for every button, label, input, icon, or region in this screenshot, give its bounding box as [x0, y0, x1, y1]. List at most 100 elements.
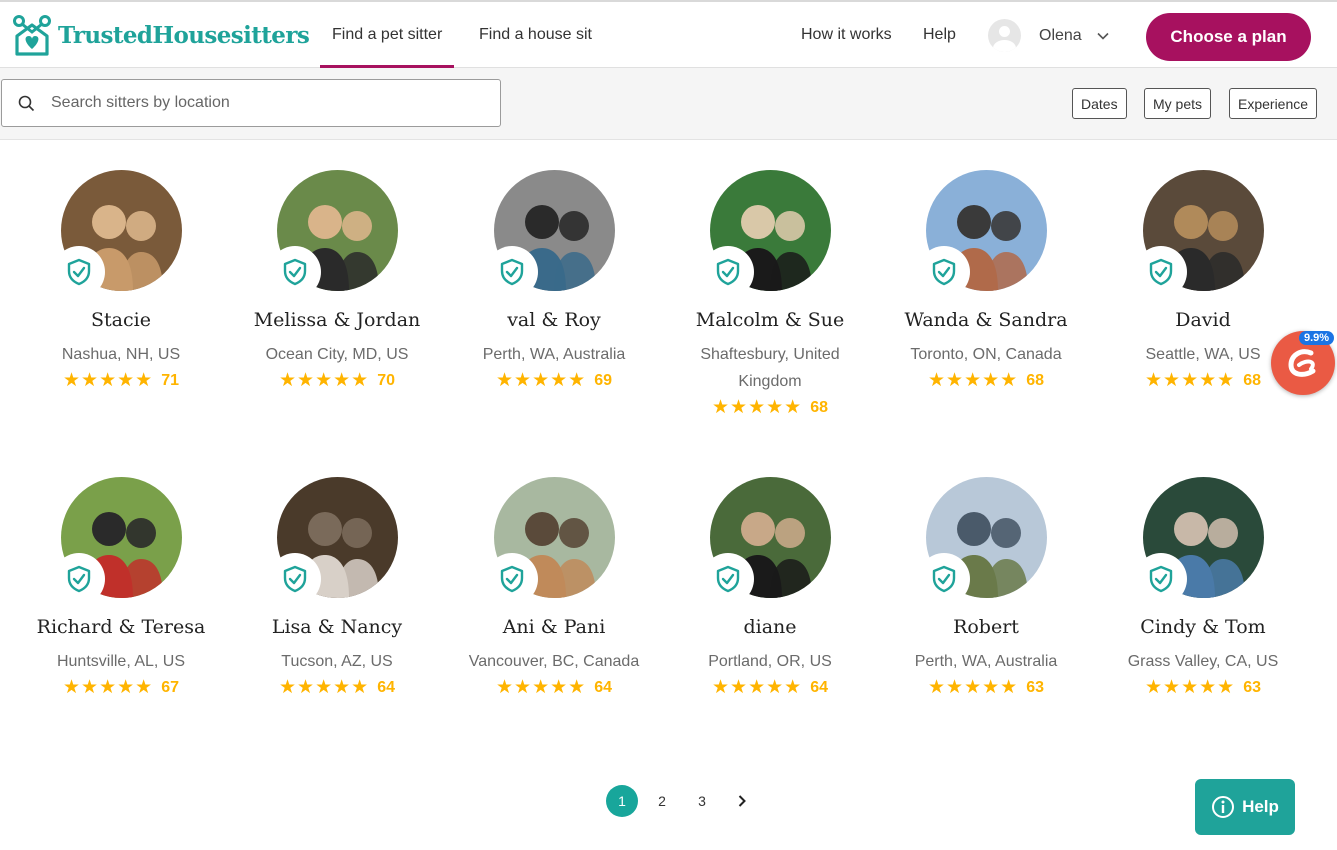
sitter-card[interactable]: Ani & Pani Vancouver, BC, Canada ★ ★ ★ ★ ★ 6… [459, 477, 649, 697]
sitter-card[interactable]: Stacie Nashua, NH, US ★ ★ ★ ★ ★ 71 [26, 170, 216, 390]
star-icon: ★ [333, 677, 351, 698]
review-count: 64 [377, 678, 396, 696]
brand-logo[interactable]: TrustedHousesitters [12, 14, 310, 56]
star-icon: ★ [568, 370, 586, 391]
star-icon: ★ [297, 677, 315, 698]
help-widget-button[interactable]: Help [1195, 779, 1295, 835]
verified-badge [268, 553, 321, 605]
user-avatar [988, 19, 1021, 52]
sitter-name: Cindy & Tom [1140, 616, 1266, 638]
review-count: 69 [594, 371, 613, 389]
star-icon: ★ [99, 677, 117, 698]
sitter-card[interactable]: Robert Perth, WA, Australia ★ ★ ★ ★ ★ 63 [891, 477, 1081, 697]
verified-badge [917, 553, 970, 605]
sitter-location: Portland, OR, US [708, 653, 832, 670]
next-page-button[interactable] [726, 785, 758, 817]
star-icon: ★ [982, 677, 1000, 698]
verified-badge [485, 246, 538, 298]
star-icon: ★ [1163, 370, 1181, 391]
page-2-button[interactable]: 2 [646, 785, 678, 817]
sitter-rating: ★ ★ ★ ★ ★ 64 [242, 678, 432, 697]
sitter-card[interactable]: Lisa & Nancy Tucson, AZ, US ★ ★ ★ ★ ★ 64 [242, 477, 432, 697]
review-count: 68 [1243, 371, 1262, 389]
chevron-right-icon [738, 795, 746, 807]
search-box[interactable] [1, 79, 501, 127]
sitter-rating: ★ ★ ★ ★ ★ 63 [891, 678, 1081, 697]
star-icon: ★ [964, 370, 982, 391]
star-icon: ★ [730, 397, 748, 418]
star-icon: ★ [99, 370, 117, 391]
page-3-button[interactable]: 3 [686, 785, 718, 817]
nav-find-pet-sitter[interactable]: Find a pet sitter [320, 2, 455, 68]
sitter-photo-wrap [701, 170, 831, 298]
sitter-card[interactable]: diane Portland, OR, US ★ ★ ★ ★ ★ 64 [675, 477, 865, 697]
verified-badge [701, 246, 754, 298]
sitter-name: David [1175, 309, 1231, 331]
verified-badge [268, 246, 321, 298]
search-input[interactable] [51, 94, 471, 112]
filter-my-pets-button[interactable]: My pets [1144, 88, 1212, 119]
review-count: 71 [161, 371, 180, 389]
sitter-card[interactable]: val & Roy Perth, WA, Australia ★ ★ ★ ★ ★ 69 [459, 170, 649, 390]
review-count: 68 [1026, 371, 1045, 389]
star-icon: ★ [117, 370, 135, 391]
sitter-photo-wrap [52, 170, 182, 298]
star-icon: ★ [514, 370, 532, 391]
verified-shield-icon [716, 258, 739, 286]
verified-shield-icon [716, 565, 739, 593]
star-icon: ★ [1199, 677, 1217, 698]
star-icon: ★ [927, 677, 946, 698]
sitter-name: Robert [953, 616, 1019, 638]
star-icon: ★ [315, 677, 333, 698]
nav-how-it-works[interactable]: How it works [789, 2, 904, 68]
star-icon: ★ [135, 677, 153, 698]
sitter-card[interactable]: Cindy & Tom Grass Valley, CA, US ★ ★ ★ ★ ★ 6… [1108, 477, 1298, 697]
sitter-card[interactable]: Melissa & Jordan Ocean City, MD, US ★ ★ ★ ★… [242, 170, 432, 390]
nav-find-house-sit[interactable]: Find a house sit [467, 2, 604, 68]
sitter-location: Nashua, NH, US [61, 346, 181, 363]
star-icon: ★ [1000, 677, 1018, 698]
sitter-photo-wrap [268, 170, 398, 298]
choose-plan-button[interactable]: Choose a plan [1146, 13, 1311, 61]
search-filter-bar: Dates My pets Experience [0, 68, 1337, 140]
filter-experience-button[interactable]: Experience [1229, 88, 1318, 119]
sitter-card[interactable]: David Seattle, WA, US ★ ★ ★ ★ ★ 68 [1108, 170, 1298, 390]
user-name: Olena [1039, 26, 1082, 44]
nav-help[interactable]: Help [911, 2, 968, 68]
star-icon: ★ [1000, 370, 1018, 391]
star-icon: ★ [1181, 370, 1199, 391]
extension-percent-badge: 9.9% [1299, 331, 1335, 345]
star-icon: ★ [1217, 677, 1235, 698]
star-icon: ★ [278, 370, 297, 391]
star-icon: ★ [550, 677, 568, 698]
review-count: 64 [810, 678, 829, 696]
sitter-card[interactable]: Richard & Teresa Huntsville, AL, US ★ ★ ★ ★… [26, 477, 216, 697]
star-icon: ★ [964, 677, 982, 698]
star-icon: ★ [62, 677, 81, 698]
star-icon: ★ [514, 677, 532, 698]
info-icon [1212, 796, 1235, 818]
star-icon: ★ [1163, 677, 1181, 698]
sitter-photo-wrap [917, 477, 1047, 605]
sitter-card[interactable]: Wanda & Sandra Toronto, ON, Canada ★ ★ ★ ★ ★… [891, 170, 1081, 390]
chevron-down-icon [1097, 32, 1109, 40]
sitter-rating: ★ ★ ★ ★ ★ 63 [1108, 678, 1298, 697]
star-icon: ★ [568, 677, 586, 698]
sitter-location: Seattle, WA, US [1145, 346, 1261, 363]
user-menu[interactable]: Olena [988, 19, 1110, 52]
verified-badge [52, 246, 105, 298]
star-icon: ★ [748, 677, 766, 698]
sitter-photo-wrap [52, 477, 182, 605]
filter-dates-button[interactable]: Dates [1072, 88, 1127, 119]
verified-shield-icon [932, 565, 955, 593]
review-count: 64 [594, 678, 613, 696]
verified-badge [1134, 246, 1187, 298]
verified-badge [485, 553, 538, 605]
sitter-location: Perth, WA, Australia [914, 653, 1058, 670]
help-widget-label: Help [1242, 797, 1279, 816]
page-1-button[interactable]: 1 [606, 785, 638, 817]
verified-shield-icon [500, 258, 523, 286]
sitter-card[interactable]: Malcolm & Sue Shaftesbury, United Kingdo… [675, 170, 865, 417]
star-icon: ★ [946, 370, 964, 391]
star-icon: ★ [333, 370, 351, 391]
